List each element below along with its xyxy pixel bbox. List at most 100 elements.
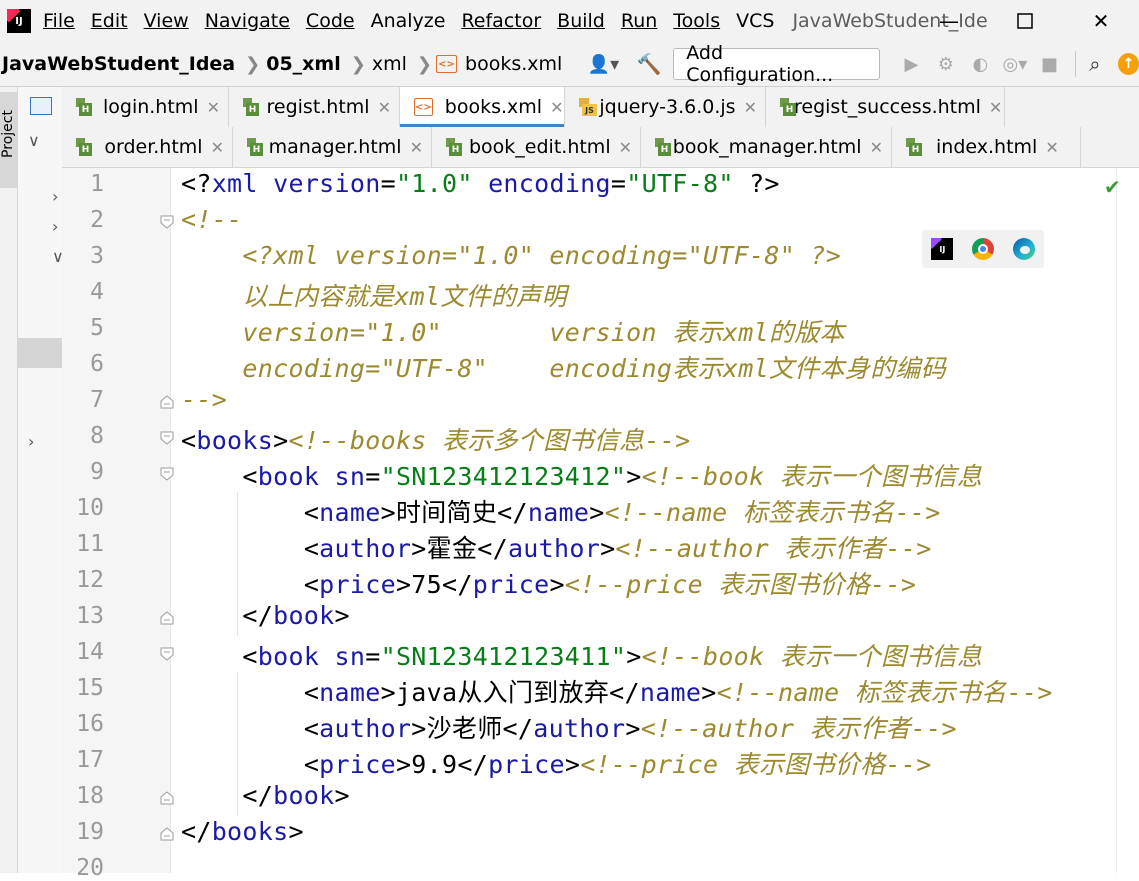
tree-expand-icon[interactable]: ∨ xyxy=(28,131,40,150)
menu-refactor[interactable]: Refactor xyxy=(461,10,541,32)
menu-file[interactable]: File xyxy=(43,10,75,32)
code-line[interactable]: <price>9.9</price><!--price 表示图书价格--> xyxy=(181,745,932,781)
editor-tab-row-2: H order.html ✕ H manager.html ✕ H book_e… xyxy=(62,127,1139,168)
tab-order-html[interactable]: H order.html ✕ xyxy=(62,127,233,167)
tab-close-icon[interactable]: ✕ xyxy=(989,98,1002,117)
tab-jquery-js[interactable]: JS jquery-3.6.0.js ✕ xyxy=(565,87,766,127)
html-file-icon: H xyxy=(243,98,259,116)
run-icon[interactable]: ▶ xyxy=(896,50,927,78)
menu-tools[interactable]: Tools xyxy=(673,10,720,32)
fold-open-icon[interactable] xyxy=(160,647,174,661)
chrome-browser-icon[interactable] xyxy=(971,238,994,260)
tab-index-html[interactable]: H index.html ✕ xyxy=(892,127,1081,167)
coverage-icon[interactable]: ◐ xyxy=(965,50,996,78)
breadcrumb-separator-icon: ❯ xyxy=(416,53,432,75)
code-line[interactable]: --> xyxy=(181,385,227,414)
code-line[interactable]: <books><!--books 表示多个图书信息--> xyxy=(181,421,690,457)
fold-close-icon[interactable] xyxy=(160,827,174,841)
project-tool-tab-label: Project xyxy=(0,110,16,158)
tab-close-icon[interactable]: ✕ xyxy=(744,98,757,117)
code-editor[interactable]: 1 2 3 4 5 6 7 8 9 10 11 12 13 14 15 16 17 18 19 20 <?xml ve… xyxy=(62,168,1139,881)
open-in-browser-popup: IJ xyxy=(922,230,1044,268)
menu-view[interactable]: View xyxy=(144,10,189,32)
user-dropdown-icon[interactable]: 👤▾ xyxy=(586,50,620,78)
tab-book-manager-html[interactable]: H book_manager.html ✕ xyxy=(641,127,892,167)
tab-label: book_edit.html xyxy=(468,136,611,158)
intellij-browser-icon[interactable]: IJ xyxy=(931,238,954,260)
editor-scrollbar-area[interactable] xyxy=(1116,168,1139,873)
js-file-icon: JS xyxy=(579,98,597,116)
close-icon[interactable]: ✕ xyxy=(1063,0,1139,42)
code-line[interactable]: </book> xyxy=(181,601,350,630)
tab-regist-html[interactable]: H regist.html ✕ xyxy=(229,87,400,127)
menu-edit[interactable]: Edit xyxy=(91,10,128,32)
code-line[interactable]: <?xml version="1.0" encoding="UTF-8" ?> xyxy=(181,241,841,270)
stop-icon[interactable]: ■ xyxy=(1034,50,1065,78)
maximize-icon[interactable] xyxy=(987,0,1063,42)
tree-collapsed-icon[interactable]: › xyxy=(28,432,34,451)
code-line[interactable]: <author>沙老师</author><!--author 表示作者--> xyxy=(181,709,957,745)
tab-close-icon[interactable]: ✕ xyxy=(211,138,224,157)
build-hammer-icon[interactable]: 🔨 xyxy=(635,50,664,78)
line-number: 3 xyxy=(90,243,104,269)
menu-navigate[interactable]: Navigate xyxy=(205,10,290,32)
tab-book-edit-html[interactable]: H book_edit.html ✕ xyxy=(432,127,641,167)
tab-label: order.html xyxy=(104,136,203,158)
fold-close-icon[interactable] xyxy=(160,395,174,409)
tree-chevron-icon[interactable]: › xyxy=(52,217,58,236)
tab-manager-html[interactable]: H manager.html ✕ xyxy=(233,127,432,167)
breadcrumb-project[interactable]: JavaWebStudent_Idea xyxy=(2,53,235,75)
minimize-icon[interactable]: — xyxy=(911,0,987,42)
tab-books-xml[interactable]: <> books.xml ✕ xyxy=(400,87,565,128)
code-line[interactable]: <book sn="SN123412123411"><!--book 表示一个图… xyxy=(181,637,982,673)
no-problems-check-icon[interactable]: ✔ xyxy=(1104,175,1121,199)
menu-vcs[interactable]: VCS xyxy=(736,10,774,32)
breadcrumb-separator-icon: ❯ xyxy=(350,53,366,75)
fold-open-icon[interactable] xyxy=(160,215,174,229)
menu-code[interactable]: Code xyxy=(306,10,355,32)
code-line[interactable]: <?xml version="1.0" encoding="UTF-8" ?> xyxy=(181,169,780,198)
tab-login-html[interactable]: H login.html ✕ xyxy=(62,87,229,127)
edge-browser-icon[interactable] xyxy=(1012,238,1035,260)
tab-close-icon[interactable]: ✕ xyxy=(410,138,423,157)
code-line[interactable]: <price>75</price><!--price 表示图书价格--> xyxy=(181,565,916,601)
code-line[interactable]: </books> xyxy=(181,817,304,846)
fold-open-icon[interactable] xyxy=(160,467,174,481)
code-line[interactable]: </book> xyxy=(181,781,350,810)
code-line[interactable]: <!-- xyxy=(181,205,242,234)
tab-close-icon[interactable]: ✕ xyxy=(207,98,220,117)
add-configuration-button[interactable]: Add Configuration... xyxy=(673,42,881,86)
fold-close-icon[interactable] xyxy=(160,791,174,805)
breadcrumb-folder[interactable]: xml xyxy=(372,53,407,75)
debug-icon[interactable]: ⚙ xyxy=(931,50,962,78)
tab-regist-success-html[interactable]: H regist_success.html ✕ xyxy=(766,87,1005,127)
menu-build[interactable]: Build xyxy=(557,10,605,32)
code-line[interactable]: <name>时间简史</name><!--name 标签表示书名--> xyxy=(181,493,941,529)
project-tool-tab[interactable]: Project xyxy=(0,92,17,188)
breadcrumb-file[interactable]: books.xml xyxy=(465,53,562,75)
fold-open-icon[interactable] xyxy=(160,431,174,445)
code-line[interactable]: <author>霍金</author><!--author 表示作者--> xyxy=(181,529,932,565)
xml-file-icon: <> xyxy=(414,98,433,116)
toolbar-separator xyxy=(1074,51,1076,77)
code-line[interactable]: encoding="UTF-8" encoding表示xml文件本身的编码 xyxy=(181,349,946,385)
code-line[interactable]: <book sn="SN123412123412"><!--book 表示一个图… xyxy=(181,457,982,493)
profile-icon[interactable]: ◎▾ xyxy=(1000,50,1031,78)
fold-close-icon[interactable] xyxy=(160,611,174,625)
tab-close-icon[interactable]: ✕ xyxy=(1045,138,1058,157)
tab-close-icon[interactable]: ✕ xyxy=(550,98,563,117)
tab-close-icon[interactable]: ✕ xyxy=(619,138,632,157)
panel-layout-icon[interactable] xyxy=(30,97,52,115)
tree-chevron-icon[interactable]: › xyxy=(52,187,58,206)
tab-close-icon[interactable]: ✕ xyxy=(870,138,883,157)
breadcrumb-module[interactable]: 05_xml xyxy=(266,53,341,75)
code-line[interactable]: <name>java从入门到放弃</name><!--name 标签表示书名--… xyxy=(181,673,1053,709)
tab-close-icon[interactable]: ✕ xyxy=(378,98,391,117)
code-line[interactable]: 以上内容就是xml文件的声明 xyxy=(181,277,567,313)
menu-run[interactable]: Run xyxy=(621,10,657,32)
menu-analyze[interactable]: Analyze xyxy=(371,10,446,32)
tree-selected-row[interactable] xyxy=(18,338,62,368)
search-icon[interactable]: ⌕ xyxy=(1080,50,1111,78)
code-line[interactable]: version="1.0" version 表示xml的版本 xyxy=(181,313,845,349)
update-icon[interactable]: ↑ xyxy=(1118,53,1139,75)
